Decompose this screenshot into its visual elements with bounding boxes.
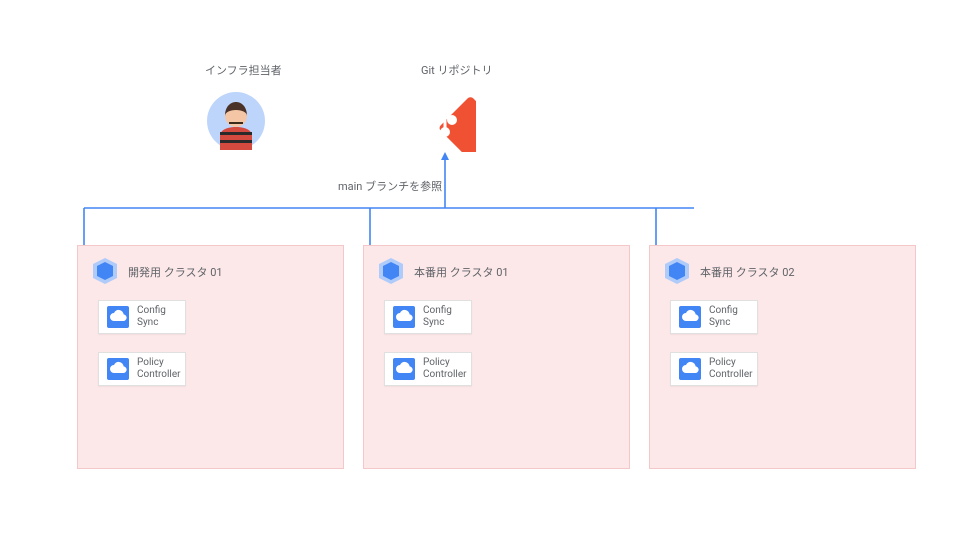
cloud-icon <box>679 358 701 380</box>
cluster-title-0: 開発用 クラスタ 01 <box>128 264 223 280</box>
policy-controller-box-0: Policy Controller <box>98 352 186 386</box>
branch-reference-text: main ブランチを参照 <box>338 178 442 194</box>
cloud-icon <box>107 306 129 328</box>
person-avatar-icon <box>207 92 265 150</box>
policy-controller-label-2: Policy Controller <box>709 357 753 381</box>
policy-controller-label-1: Policy Controller <box>423 357 467 381</box>
policy-controller-box-2: Policy Controller <box>670 352 758 386</box>
infra-person-label: インフラ担当者 <box>205 62 282 78</box>
config-sync-label-0: Config Sync <box>137 305 166 329</box>
infra-person-avatar <box>207 92 265 150</box>
git-repo-icon <box>414 90 476 152</box>
cloud-icon <box>107 358 129 380</box>
cloud-icon <box>393 358 415 380</box>
gke-icon-1 <box>376 256 406 286</box>
config-sync-label-1: Config Sync <box>423 305 452 329</box>
cloud-icon <box>679 306 701 328</box>
git-icon <box>414 90 476 152</box>
policy-controller-label-0: Policy Controller <box>137 357 181 381</box>
cluster-title-2: 本番用 クラスタ 02 <box>700 264 795 280</box>
gke-icon-0 <box>90 256 120 286</box>
config-sync-label-2: Config Sync <box>709 305 738 329</box>
config-sync-box-0: Config Sync <box>98 300 186 334</box>
gke-icon-2 <box>662 256 692 286</box>
git-repo-label: Git リポジトリ <box>421 62 493 78</box>
cloud-icon <box>393 306 415 328</box>
cluster-title-1: 本番用 クラスタ 01 <box>414 264 509 280</box>
policy-controller-box-1: Policy Controller <box>384 352 472 386</box>
config-sync-box-2: Config Sync <box>670 300 758 334</box>
config-sync-box-1: Config Sync <box>384 300 472 334</box>
